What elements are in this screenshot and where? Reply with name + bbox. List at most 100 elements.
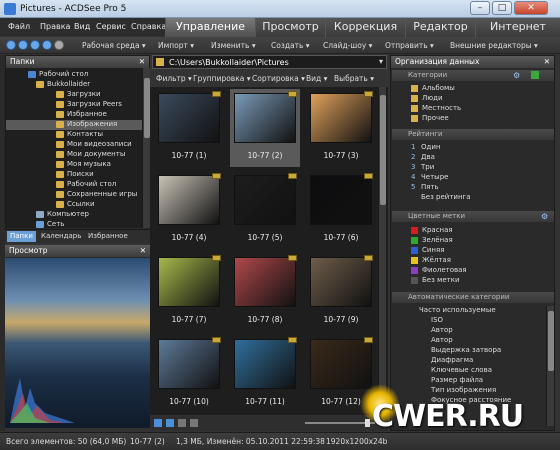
tree-item[interactable]: Мои видеозаписи (6, 140, 146, 150)
gear-icon[interactable]: ⚙ (513, 71, 520, 80)
create-menu[interactable]: Создать ▾ (271, 41, 310, 50)
tree-item[interactable]: Рабочий стол (6, 70, 146, 80)
auto-category-item[interactable]: Часто используемые (391, 306, 556, 316)
thumbnail-item[interactable]: 10-77 (4) (154, 171, 224, 249)
tab-edit[interactable]: Редактор (405, 18, 475, 38)
thumbnail-item[interactable]: 10-77 (10) (154, 335, 224, 413)
view-icon[interactable] (178, 419, 186, 427)
rating-item[interactable]: 4 Четыре (391, 173, 556, 183)
view-icon[interactable] (166, 419, 174, 427)
gear-icon[interactable]: ⚙ (541, 212, 548, 221)
color-label-item[interactable]: Фиолетовая (391, 266, 556, 276)
tab-online[interactable]: Интернет (475, 18, 560, 38)
color-label-item[interactable]: Синяя (391, 246, 556, 256)
minimize-button[interactable]: – (470, 1, 490, 15)
view-icon[interactable] (154, 419, 162, 427)
tree-item[interactable]: Загрузки (6, 90, 146, 100)
close-preview-icon[interactable]: ✕ (140, 245, 146, 257)
scroll-thumb[interactable] (380, 95, 386, 205)
grid-scrollbar[interactable] (378, 87, 386, 415)
tree-item[interactable]: Избранное (6, 110, 146, 120)
menu-view[interactable]: Вид (74, 22, 90, 31)
section-color-labels[interactable]: Цветные метки (392, 211, 554, 222)
close-folders-icon[interactable]: ✕ (139, 56, 145, 68)
view-menu[interactable]: Вид ▾ (306, 74, 327, 83)
menu-file[interactable]: Файл (8, 22, 30, 31)
close-organize-icon[interactable]: ✕ (544, 56, 550, 68)
tree-item[interactable]: Ссылки (6, 200, 146, 210)
tab-favorites[interactable]: Избранное (85, 231, 131, 242)
tree-item[interactable]: Загрузки Peers (6, 100, 146, 110)
section-auto-categories[interactable]: Автоматические категории (392, 292, 554, 303)
category-item[interactable]: Местность (391, 104, 556, 114)
auto-category-item[interactable]: Автор (391, 336, 556, 346)
tree-item[interactable]: Моя музыка (6, 160, 146, 170)
category-item[interactable]: Прочее (391, 114, 556, 124)
tree-item[interactable]: Рабочий стол (6, 180, 146, 190)
tree-item-selected[interactable]: Изображения (6, 120, 146, 130)
auto-category-item[interactable]: Выдержка затвора (391, 346, 556, 356)
modify-menu[interactable]: Изменить ▾ (211, 41, 256, 50)
auto-category-item[interactable]: ISO (391, 316, 556, 326)
color-label-item[interactable]: Зелёная (391, 236, 556, 246)
sort-menu[interactable]: Сортировка ▾ (252, 74, 305, 83)
auto-category-item[interactable]: Диафрагма (391, 356, 556, 366)
category-item[interactable]: Альбомы (391, 84, 556, 94)
rating-item[interactable]: 3 Три (391, 163, 556, 173)
tree-item[interactable]: Компьютер (6, 210, 146, 220)
rating-item[interactable]: 1 Один (391, 143, 556, 153)
close-button[interactable]: ✕ (514, 1, 548, 15)
auto-category-item[interactable]: Автор (391, 326, 556, 336)
color-label-item[interactable]: Красная (391, 226, 556, 236)
thumbnail-item[interactable]: 10-77 (3) (306, 89, 376, 167)
auto-category-item[interactable]: Тип изображения (391, 386, 556, 396)
folders-scrollbar[interactable] (142, 68, 150, 228)
group-menu[interactable]: Группировка ▾ (193, 74, 251, 83)
workspace-menu[interactable]: Рабочая среда ▾ (82, 41, 146, 50)
tree-item[interactable]: Поиски (6, 170, 146, 180)
tree-item[interactable]: Сохраненные игры (6, 190, 146, 200)
path-input[interactable]: C:\Users\Bukkollaider\Pictures (169, 58, 289, 67)
auto-category-item[interactable]: Ключевые слова (391, 366, 556, 376)
slideshow-menu[interactable]: Слайд-шоу ▾ (323, 41, 372, 50)
rating-item[interactable]: Без рейтинга (391, 193, 556, 203)
tab-develop[interactable]: Коррекция (325, 18, 405, 38)
rating-item[interactable]: 5 Пять (391, 183, 556, 193)
tree-item[interactable]: Bukkollaider (6, 80, 146, 90)
import-menu[interactable]: Импорт ▾ (158, 41, 194, 50)
tab-calendar[interactable]: Календарь (38, 231, 84, 242)
color-label-item[interactable]: Без метки (391, 276, 556, 286)
menu-tools[interactable]: Сервис (96, 22, 126, 31)
scroll-thumb[interactable] (548, 311, 554, 371)
thumbnail-item[interactable]: 10-77 (8) (230, 253, 300, 331)
rating-item[interactable]: 2 Два (391, 153, 556, 163)
tree-item[interactable]: Контакты (6, 130, 146, 140)
menu-edit[interactable]: Правка (40, 22, 70, 31)
section-ratings[interactable]: Рейтинги (392, 129, 554, 140)
send-menu[interactable]: Отправить ▾ (385, 41, 434, 50)
maximize-button[interactable]: □ (492, 1, 512, 15)
up-icon[interactable] (30, 40, 40, 50)
thumbnail-item[interactable]: 10-77 (6) (306, 171, 376, 249)
home-icon[interactable] (54, 40, 64, 50)
thumbnail-item[interactable]: 10-77 (9) (306, 253, 376, 331)
tab-manage[interactable]: Управление (165, 18, 255, 38)
view-icon[interactable] (190, 419, 198, 427)
thumbnail-item[interactable]: 10-77 (1) (154, 89, 224, 167)
auto-category-item[interactable]: Размер файла (391, 376, 556, 386)
category-item[interactable]: Люди (391, 94, 556, 104)
thumbnail-item[interactable]: 10-77 (5) (230, 171, 300, 249)
select-menu[interactable]: Выбрать ▾ (334, 74, 374, 83)
tree-item[interactable]: Мои документы (6, 150, 146, 160)
menu-help[interactable]: Справка (131, 22, 166, 31)
organize-scrollbar[interactable] (546, 306, 554, 426)
path-dropdown-icon[interactable]: ▾ (379, 57, 383, 66)
filter-menu[interactable]: Фильтр ▾ (156, 74, 192, 83)
thumbnail-item[interactable]: 10-77 (11) (230, 335, 300, 413)
back-icon[interactable] (6, 40, 16, 50)
tab-folders[interactable]: Папки (7, 231, 36, 242)
section-categories[interactable]: Категории (392, 70, 554, 81)
tab-view[interactable]: Просмотр (255, 18, 325, 38)
external-editors-menu[interactable]: Внешние редакторы ▾ (450, 41, 538, 50)
refresh-icon[interactable] (42, 40, 52, 50)
